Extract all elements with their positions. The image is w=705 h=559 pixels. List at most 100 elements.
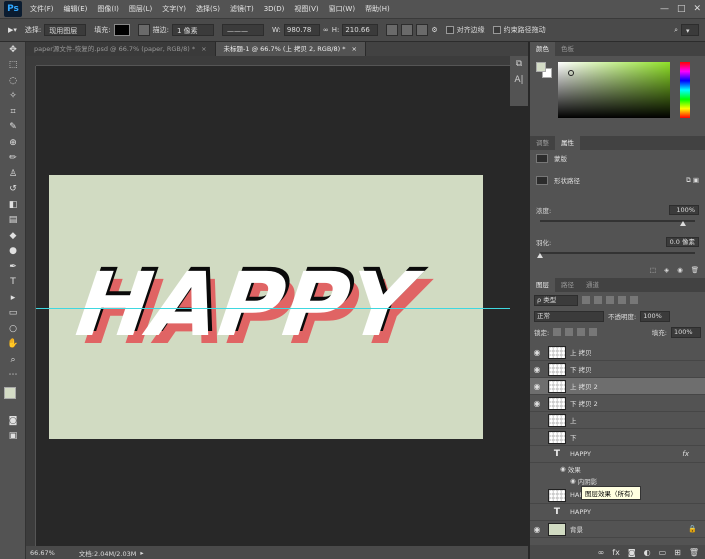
density-slider[interactable] (540, 220, 695, 226)
adjustment-layer-icon[interactable]: ◐ (644, 548, 651, 557)
gear-icon[interactable]: ⚙ (431, 26, 437, 34)
height-field[interactable]: 210.66 (342, 24, 379, 36)
toggle-mask-icon[interactable]: ◉ (677, 266, 683, 274)
dodge-tool-icon[interactable]: ● (0, 244, 26, 260)
search-icon[interactable]: ⌕ (674, 26, 678, 35)
delete-mask-icon[interactable]: 🗑 (691, 266, 699, 274)
hand-tool-icon[interactable]: ✋ (0, 337, 26, 353)
vertical-ruler[interactable] (26, 66, 36, 546)
filter-smart-icon[interactable] (630, 296, 638, 304)
stroke-type-dropdown[interactable]: ——— (221, 24, 264, 36)
layer-filter-dropdown[interactable]: ρ 类型 (534, 294, 578, 306)
stroke-swatch[interactable] (137, 24, 150, 36)
menu-image[interactable]: 图像(I) (97, 4, 119, 14)
layer-row[interactable]: ◉ 下 拷贝 (530, 361, 705, 378)
filter-type-icon[interactable] (606, 296, 614, 304)
path-select-tool-icon[interactable]: ▶▾ (8, 26, 17, 34)
opacity-field[interactable]: 100% (640, 310, 671, 322)
lock-transparent-icon[interactable] (553, 328, 562, 336)
mask-icon[interactable] (536, 153, 548, 163)
tab-adjustments[interactable]: 调整 (530, 136, 555, 150)
zoom-tool-icon[interactable]: ⌕ (0, 352, 26, 368)
menu-filter[interactable]: 滤镜(T) (230, 4, 254, 14)
link-layers-icon[interactable]: ∞ (598, 548, 605, 557)
move-tool-icon[interactable]: ✥ (0, 42, 26, 58)
more-tools-icon[interactable]: ⋯ (0, 368, 26, 384)
foreground-color[interactable] (4, 387, 16, 399)
density-slider-thumb[interactable] (680, 221, 686, 226)
ellipse-tool-icon[interactable]: ○ (0, 321, 26, 337)
menu-edit[interactable]: 编辑(E) (64, 4, 88, 14)
tab-paths[interactable]: 路径 (555, 278, 580, 292)
eye-icon[interactable]: ◉ (530, 491, 544, 500)
gradient-tool-icon[interactable]: ▤ (0, 213, 26, 229)
fx-icon[interactable]: fx (682, 450, 689, 458)
lock-position-icon[interactable] (577, 328, 586, 336)
path-alignment-icon[interactable] (401, 24, 414, 36)
new-layer-icon[interactable]: ⊞ (674, 548, 681, 557)
add-pixel-mask-icon[interactable]: ⧉ ▣ (686, 176, 699, 185)
feather-slider-thumb[interactable] (537, 253, 543, 258)
eye-icon[interactable]: ◉ (530, 508, 544, 517)
eye-icon[interactable]: ◉ (530, 365, 544, 374)
path-operations-icon[interactable] (386, 24, 399, 36)
tab-channels[interactable]: 通道 (580, 278, 605, 292)
marquee-tool-icon[interactable]: ⬚ (0, 58, 26, 74)
close-button[interactable]: ✕ (693, 4, 701, 14)
layer-row-text[interactable]: ◉ T HAPPY fx (530, 446, 705, 463)
eye-icon[interactable]: ◉ (530, 433, 544, 442)
filter-shape-icon[interactable] (618, 296, 626, 304)
color-picker-dot[interactable] (568, 70, 574, 76)
horizontal-ruler[interactable] (36, 56, 510, 66)
horizontal-guide[interactable] (36, 308, 510, 309)
document-canvas[interactable]: HAPPY HAPPY HAPPY (49, 175, 483, 439)
brush-tool-icon[interactable]: ✏ (0, 151, 26, 167)
canvas-area[interactable]: HAPPY HAPPY HAPPY (26, 56, 510, 546)
menu-view[interactable]: 视图(V) (294, 4, 318, 14)
color-field[interactable] (558, 62, 670, 118)
blur-tool-icon[interactable]: ◆ (0, 228, 26, 244)
menu-window[interactable]: 窗口(W) (329, 4, 355, 14)
menu-help[interactable]: 帮助(H) (365, 4, 390, 14)
effects-row[interactable]: ◉ 效果 (530, 463, 705, 475)
maximize-button[interactable]: □ (677, 4, 686, 14)
close-tab-icon[interactable]: × (352, 45, 357, 53)
eyedropper-tool-icon[interactable]: ✎ (0, 120, 26, 136)
workspace-dropdown[interactable]: ▾ (681, 24, 699, 36)
layer-row[interactable]: ◉ 上 拷贝 (530, 344, 705, 361)
tab-layers[interactable]: 图层 (530, 278, 555, 292)
clone-stamp-tool-icon[interactable]: ♙ (0, 166, 26, 182)
lasso-tool-icon[interactable]: ◌ (0, 73, 26, 89)
eraser-tool-icon[interactable]: ◧ (0, 197, 26, 213)
filter-adjustment-icon[interactable] (594, 296, 602, 304)
layer-row-background[interactable]: ◉ 背景 🔒 (530, 521, 705, 538)
eye-icon[interactable]: ◉ (530, 450, 544, 459)
fill-swatch[interactable] (113, 24, 130, 36)
stroke-width-dropdown[interactable]: 1 像素 (171, 24, 214, 36)
eye-icon[interactable]: ◉ (530, 382, 544, 391)
constrain-path-checkbox[interactable] (492, 26, 501, 34)
character-panel-icon[interactable]: A| (510, 72, 528, 88)
pen-tool-icon[interactable]: ✒ (0, 259, 26, 275)
eye-icon[interactable]: ◉ (570, 477, 578, 485)
tab-swatches[interactable]: 色板 (555, 42, 580, 56)
menu-layer[interactable]: 图层(L) (129, 4, 152, 14)
history-brush-tool-icon[interactable]: ↺ (0, 182, 26, 198)
quick-mask-icon[interactable]: ◙ (0, 413, 26, 429)
panel-foreground-color[interactable] (536, 62, 546, 72)
apply-mask-icon[interactable]: ◈ (664, 266, 669, 274)
density-field[interactable]: 100% (669, 205, 699, 215)
tab-properties[interactable]: 属性 (555, 136, 580, 150)
menu-select[interactable]: 选择(S) (196, 4, 220, 14)
magic-wand-tool-icon[interactable]: ✧ (0, 89, 26, 105)
path-arrangement-icon[interactable] (416, 24, 429, 36)
load-selection-icon[interactable]: ⬚ (650, 266, 656, 274)
blend-mode-dropdown[interactable]: 正常 (534, 310, 604, 322)
feather-slider[interactable] (537, 252, 695, 258)
select-dropdown[interactable]: 现用图层 (44, 24, 87, 36)
new-group-icon[interactable]: ▭ (659, 548, 667, 557)
history-panel-icon[interactable]: ⧉ (510, 56, 528, 72)
close-tab-icon[interactable]: × (201, 45, 206, 53)
eye-icon[interactable]: ◉ (530, 416, 544, 425)
tab-color[interactable]: 颜色 (530, 42, 555, 56)
